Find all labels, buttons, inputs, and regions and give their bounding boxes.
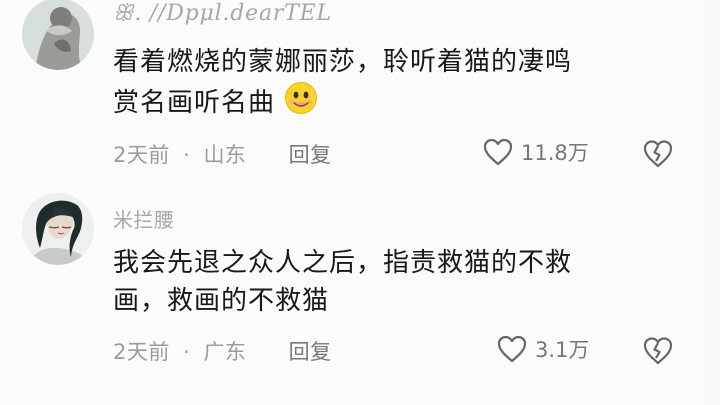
location: 广东 (203, 340, 247, 364)
like-button[interactable]: 11.8万 (482, 137, 589, 167)
reply-button[interactable]: 回复 (289, 139, 332, 169)
comment-text-line: 画，救画的不救猫 (113, 286, 330, 316)
timestamp: 2天前 (113, 340, 170, 364)
smiling-face-icon (285, 82, 318, 114)
timestamp: 2天前 (113, 143, 170, 167)
like-button[interactable]: 3.1万 (496, 334, 589, 364)
avatar-image (22, 193, 94, 265)
comment-item: ꕥ. //Dpμl.dearTEL 看着燃烧的蒙娜丽莎，聆听着猫的凄鸣 赏名画听… (0, 0, 720, 190)
comment-text-line: 赏名画听名曲 (113, 81, 673, 122)
comment-thread: ꕥ. //Dpμl.dearTEL 看着燃烧的蒙娜丽莎，聆听着猫的凄鸣 赏名画听… (0, 0, 720, 405)
comment-item: 米拦腰 我会先退之众人之后，指责救猫的不救 画，救画的不救猫 2天前 · 广东 … (0, 190, 720, 405)
comment-text: 看着燃烧的蒙娜丽莎，聆听着猫的凄鸣 赏名画听名曲 (113, 43, 673, 122)
comment-text-line: 看着燃烧的蒙娜丽莎，聆听着猫的凄鸣 (113, 47, 573, 77)
comment-text: 我会先退之众人之后，指责救猫的不救 画，救画的不救猫 (113, 244, 673, 320)
location: 山东 (203, 143, 247, 167)
avatar[interactable] (22, 0, 94, 70)
separator: · (183, 340, 191, 364)
username[interactable]: ꕥ. //Dpμl.dearTEL (113, 1, 332, 26)
like-count: 11.8万 (521, 141, 589, 165)
avatar[interactable] (22, 193, 94, 265)
heart-outline-icon (497, 335, 527, 363)
like-count: 3.1万 (535, 338, 590, 362)
comment-meta: 2天前 · 山东 回复 (113, 139, 332, 169)
broken-heart-icon[interactable] (642, 335, 674, 366)
username[interactable]: 米拦腰 (113, 204, 175, 233)
comment-meta: 2天前 · 广东 回复 (113, 336, 332, 366)
separator: · (183, 143, 191, 167)
comment-text-segment: 赏名画听名曲 (113, 88, 276, 118)
reply-button[interactable]: 回复 (289, 336, 332, 366)
comment-text-line: 我会先退之众人之后，指责救猫的不救 (113, 248, 573, 278)
heart-outline-icon (483, 138, 513, 166)
avatar-image (22, 0, 94, 70)
broken-heart-icon[interactable] (642, 138, 674, 169)
